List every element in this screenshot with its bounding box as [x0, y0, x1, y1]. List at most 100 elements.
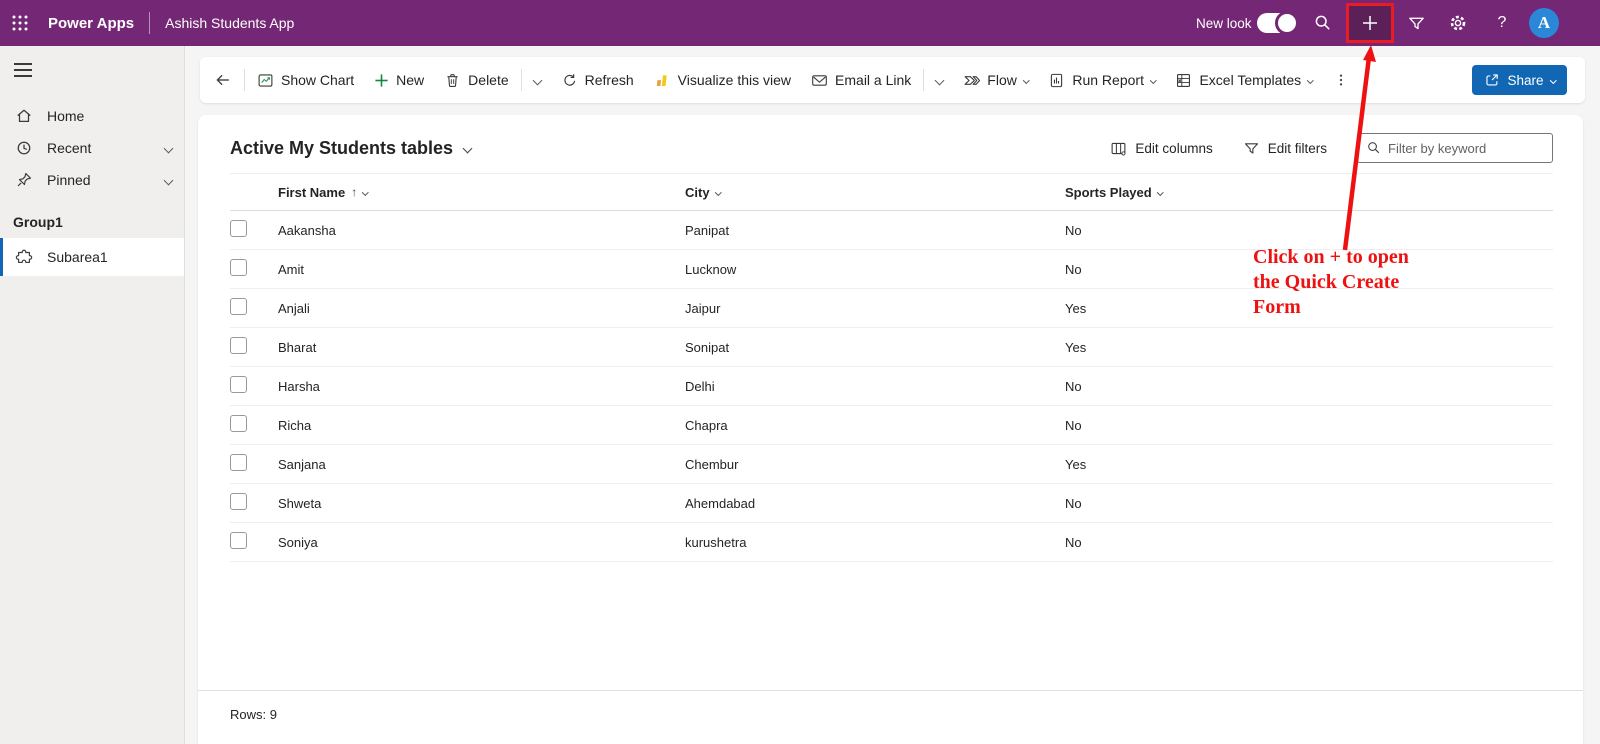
- pin-icon: [15, 171, 33, 189]
- sidebar-item-label: Pinned: [47, 172, 91, 188]
- cell-city: Chembur: [685, 457, 1065, 472]
- settings-button[interactable]: [1440, 8, 1476, 38]
- cell-first-name: Amit: [278, 262, 685, 277]
- help-button[interactable]: ?: [1484, 8, 1520, 38]
- delete-button[interactable]: Delete: [434, 63, 518, 97]
- cell-sports-played: No: [1065, 418, 1553, 433]
- visualize-bars-icon: [654, 72, 671, 89]
- row-checkbox[interactable]: [230, 259, 247, 276]
- chevron-down-icon: [463, 143, 473, 153]
- row-checkbox[interactable]: [230, 220, 247, 237]
- refresh-icon: [561, 72, 578, 89]
- column-header-first-name[interactable]: First Name ↑: [278, 185, 685, 200]
- search-button[interactable]: [1305, 8, 1341, 38]
- search-icon: [1313, 13, 1333, 33]
- cell-first-name: Aakansha: [278, 223, 685, 238]
- annotation-line: the Quick Create: [1253, 270, 1409, 295]
- cell-city: Jaipur: [685, 301, 1065, 316]
- chevron-down-icon: [715, 189, 721, 195]
- view-title-label: Active My Students tables: [230, 138, 453, 159]
- new-button[interactable]: New: [364, 63, 434, 97]
- row-checkbox[interactable]: [230, 337, 247, 354]
- chevron-down-icon: [362, 189, 368, 195]
- overflow-chevron-button[interactable]: [926, 63, 953, 97]
- cell-first-name: Harsha: [278, 379, 685, 394]
- view-selector[interactable]: Active My Students tables: [230, 138, 471, 159]
- run-report-button[interactable]: Run Report: [1038, 63, 1165, 97]
- edit-filters-button[interactable]: Edit filters: [1243, 140, 1327, 157]
- sidebar-item-recent[interactable]: Recent: [0, 132, 184, 164]
- sidebar-item-label: Subarea1: [47, 249, 108, 265]
- overflow-chevron-button[interactable]: [524, 63, 551, 97]
- table-row[interactable]: Soniya kurushetra No: [230, 523, 1553, 562]
- annotation-text: Click on + to open the Quick Create Form: [1253, 245, 1409, 320]
- show-chart-button[interactable]: Show Chart: [247, 63, 364, 97]
- filter-funnel-icon: [1407, 14, 1426, 33]
- main-area: Show Chart New Delete: [185, 46, 1600, 744]
- run-report-label: Run Report: [1072, 72, 1144, 88]
- table-row[interactable]: Richa Chapra No: [230, 406, 1553, 445]
- table-row[interactable]: Harsha Delhi No: [230, 367, 1553, 406]
- sidebar-item-pinned[interactable]: Pinned: [0, 164, 184, 196]
- chevron-down-icon: [1150, 77, 1156, 83]
- table-row[interactable]: Sanjana Chembur Yes: [230, 445, 1553, 484]
- table-row[interactable]: Shweta Ahemdabad No: [230, 484, 1553, 523]
- cell-sports-played: Yes: [1065, 340, 1553, 355]
- filter-keyword-box: [1357, 133, 1553, 163]
- left-navigation: Home Recent Pinned Group1 Subarea1: [0, 46, 185, 744]
- more-commands-button[interactable]: [1323, 63, 1359, 97]
- annotation-line: Form: [1253, 295, 1409, 320]
- user-avatar[interactable]: A: [1529, 8, 1559, 38]
- help-icon: ?: [1498, 14, 1507, 32]
- cell-city: Panipat: [685, 223, 1065, 238]
- share-button[interactable]: Share: [1472, 65, 1567, 95]
- back-button[interactable]: [204, 63, 242, 97]
- hamburger-menu-button[interactable]: [14, 60, 44, 80]
- filter-button[interactable]: [1398, 8, 1434, 38]
- annotation-line: Click on + to open: [1253, 245, 1409, 270]
- row-checkbox[interactable]: [230, 493, 247, 510]
- show-chart-label: Show Chart: [281, 72, 354, 88]
- cell-sports-played: No: [1065, 379, 1553, 394]
- refresh-button[interactable]: Refresh: [551, 63, 644, 97]
- app-launcher-waffle-icon[interactable]: [0, 0, 40, 46]
- row-checkbox[interactable]: [230, 532, 247, 549]
- flow-label: Flow: [987, 72, 1017, 88]
- email-link-button[interactable]: Email a Link: [801, 63, 921, 97]
- table-row[interactable]: Bharat Sonipat Yes: [230, 328, 1553, 367]
- sidebar-item-subarea1[interactable]: Subarea1: [0, 238, 184, 276]
- edit-columns-button[interactable]: Edit columns: [1110, 140, 1212, 157]
- envelope-icon: [811, 72, 828, 89]
- share-icon: [1484, 72, 1500, 88]
- quick-create-plus-button[interactable]: [1346, 3, 1394, 43]
- flow-button[interactable]: Flow: [953, 63, 1038, 97]
- clock-icon: [15, 139, 33, 157]
- cell-sports-played: No: [1065, 496, 1553, 511]
- grid-header-row: First Name ↑ City Sports Played: [230, 173, 1553, 211]
- row-checkbox[interactable]: [230, 454, 247, 471]
- avatar-initial: A: [1538, 13, 1550, 33]
- excel-templates-button[interactable]: Excel Templates: [1165, 63, 1322, 97]
- puzzle-icon: [15, 248, 33, 266]
- delete-label: Delete: [468, 72, 508, 88]
- row-checkbox[interactable]: [230, 376, 247, 393]
- share-label: Share: [1507, 73, 1543, 88]
- visualize-view-button[interactable]: Visualize this view: [644, 63, 801, 97]
- chevron-down-icon: [164, 143, 174, 153]
- sort-ascending-icon: ↑: [351, 185, 357, 199]
- cell-city: Ahemdabad: [685, 496, 1065, 511]
- row-checkbox[interactable]: [230, 415, 247, 432]
- brand-title[interactable]: Power Apps: [48, 15, 134, 32]
- row-checkbox[interactable]: [230, 298, 247, 315]
- filter-funnel-icon: [1243, 140, 1260, 157]
- cell-sports-played: Yes: [1065, 457, 1553, 472]
- column-header-city[interactable]: City: [685, 185, 1065, 200]
- filter-keyword-input[interactable]: [1388, 141, 1538, 156]
- excel-templates-label: Excel Templates: [1199, 72, 1301, 88]
- column-label: First Name: [278, 185, 345, 200]
- new-look-toggle[interactable]: [1257, 13, 1297, 33]
- email-label: Email a Link: [835, 72, 911, 88]
- sidebar-item-home[interactable]: Home: [0, 100, 184, 132]
- app-header: Power Apps Ashish Students App New look …: [0, 0, 1600, 46]
- column-header-sports-played[interactable]: Sports Played: [1065, 185, 1553, 200]
